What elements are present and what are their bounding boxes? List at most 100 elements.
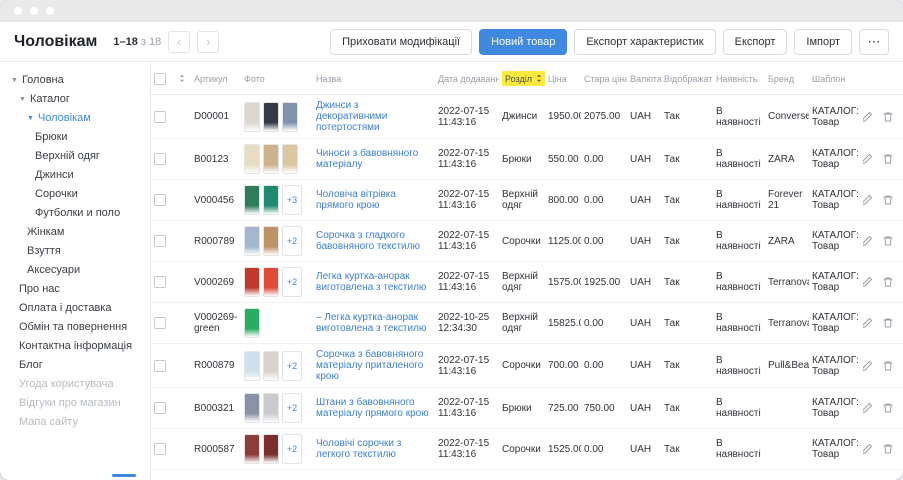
row-checkbox[interactable]: [154, 360, 166, 372]
column-header-section[interactable]: Розділ: [499, 62, 545, 95]
delete-icon[interactable]: [882, 443, 894, 455]
row-checkbox[interactable]: [154, 443, 166, 455]
column-header-old-price[interactable]: Стара ціна: [581, 62, 627, 95]
window-close-button[interactable]: [14, 7, 22, 15]
delete-icon[interactable]: [882, 317, 894, 329]
product-photo[interactable]: [244, 393, 260, 423]
delete-icon[interactable]: [882, 111, 894, 123]
edit-icon[interactable]: [863, 276, 873, 288]
product-photo[interactable]: [263, 267, 279, 297]
export-button[interactable]: Експорт: [723, 29, 788, 55]
row-checkbox[interactable]: [154, 317, 166, 329]
sidebar-item[interactable]: Оплата і доставка: [0, 299, 150, 318]
chevron-down-icon[interactable]: ▼: [11, 77, 18, 84]
product-photo[interactable]: [244, 434, 260, 464]
edit-icon[interactable]: [863, 153, 873, 165]
more-photos-badge[interactable]: +2: [282, 267, 302, 297]
more-photos-badge[interactable]: +2: [282, 393, 302, 423]
edit-icon[interactable]: [863, 443, 873, 455]
column-header-brand[interactable]: Бренд: [765, 62, 809, 95]
select-all-checkbox[interactable]: [154, 73, 166, 85]
window-maximize-button[interactable]: [46, 7, 54, 15]
sidebar-item[interactable]: ▼Головна: [0, 71, 150, 90]
sidebar-item[interactable]: Про нас: [0, 280, 150, 299]
product-photo[interactable]: [244, 226, 260, 256]
edit-icon[interactable]: [863, 235, 873, 247]
sidebar-item[interactable]: ▼Каталог: [0, 90, 150, 109]
sidebar-item[interactable]: Взуття: [0, 242, 150, 261]
more-photos-badge[interactable]: +2: [282, 226, 302, 256]
row-checkbox[interactable]: [154, 111, 166, 123]
product-name-link[interactable]: Чиноси з бавовняного матеріалу: [316, 148, 418, 170]
product-photo[interactable]: [244, 102, 260, 132]
product-name-link[interactable]: Штани з бавовняного матеріалу прямого кр…: [316, 397, 429, 419]
sidebar-item[interactable]: Мапа сайту: [0, 413, 150, 432]
column-header-name[interactable]: Назва: [313, 62, 435, 95]
more-photos-badge[interactable]: +3: [282, 185, 302, 215]
column-header-photo[interactable]: Фото: [241, 62, 313, 95]
chevron-down-icon[interactable]: ▼: [27, 115, 34, 122]
edit-icon[interactable]: [863, 402, 873, 414]
sidebar-item[interactable]: Верхній одяг: [0, 147, 150, 166]
edit-icon[interactable]: [863, 111, 873, 123]
pagination-prev-button[interactable]: ‹: [168, 31, 190, 53]
column-header-currency[interactable]: Валюта: [627, 62, 661, 95]
delete-icon[interactable]: [882, 402, 894, 414]
edit-icon[interactable]: [863, 317, 873, 329]
column-header-display[interactable]: Відображати: [661, 62, 713, 95]
product-photo[interactable]: [244, 308, 260, 338]
new-product-button[interactable]: Новий товар: [479, 29, 567, 55]
row-checkbox[interactable]: [154, 194, 166, 206]
product-name-link[interactable]: Сорочка з бавовняного матеріалу притален…: [316, 349, 423, 382]
more-photos-badge[interactable]: +2: [282, 351, 302, 381]
product-name-link[interactable]: Сорочка з гладкого бавовняного текстилю: [316, 230, 420, 252]
product-photo[interactable]: [263, 144, 279, 174]
product-name-link[interactable]: Джинси з декоративними потертостями: [316, 100, 387, 133]
product-photo[interactable]: [282, 144, 298, 174]
window-minimize-button[interactable]: [30, 7, 38, 15]
edit-icon[interactable]: [863, 194, 873, 206]
edit-icon[interactable]: [863, 360, 873, 372]
more-photos-badge[interactable]: +2: [282, 434, 302, 464]
product-photo[interactable]: [244, 144, 260, 174]
product-photo[interactable]: [263, 185, 279, 215]
delete-icon[interactable]: [882, 194, 894, 206]
hide-modifications-button[interactable]: Приховати модифікації: [330, 29, 472, 55]
product-photo[interactable]: [263, 102, 279, 132]
chevron-down-icon[interactable]: ▼: [19, 96, 26, 103]
delete-icon[interactable]: [882, 360, 894, 372]
product-name-link[interactable]: Легка куртка-анорак виготовлена з тексти…: [316, 271, 426, 293]
sidebar-item[interactable]: Угода користувача: [0, 375, 150, 394]
sidebar-item[interactable]: Контактна інформація: [0, 337, 150, 356]
product-name-link[interactable]: Чоловічі сорочки з легкого текстилю: [316, 438, 401, 460]
product-photo[interactable]: [263, 226, 279, 256]
delete-icon[interactable]: [882, 276, 894, 288]
sidebar-item[interactable]: Футболки и поло: [0, 204, 150, 223]
product-name-link[interactable]: Чоловіча вітрівка прямого крою: [316, 189, 396, 211]
product-photo[interactable]: [263, 393, 279, 423]
product-photo[interactable]: [263, 434, 279, 464]
sku-sort-cell[interactable]: [175, 62, 191, 95]
sidebar-resize-handle[interactable]: [112, 474, 136, 477]
row-checkbox[interactable]: [154, 402, 166, 414]
product-photo[interactable]: [244, 351, 260, 381]
export-attributes-button[interactable]: Експорт характеристик: [574, 29, 715, 55]
pagination-next-button[interactable]: ›: [197, 31, 219, 53]
more-actions-button[interactable]: ⋯: [859, 29, 889, 55]
column-header-price[interactable]: Ціна: [545, 62, 581, 95]
column-header-template[interactable]: Шаблон: [809, 62, 863, 95]
sidebar-item[interactable]: Обмін та повернення: [0, 318, 150, 337]
sidebar-item[interactable]: ▼Чоловікам: [0, 109, 150, 128]
sidebar-item[interactable]: Брюки: [0, 128, 150, 147]
column-header-sku[interactable]: Артикул: [191, 62, 241, 95]
sidebar-item[interactable]: Відгуки про магазин: [0, 394, 150, 413]
product-photo[interactable]: [282, 102, 298, 132]
delete-icon[interactable]: [882, 235, 894, 247]
product-photo[interactable]: [244, 267, 260, 297]
sidebar-item[interactable]: Аксесуари: [0, 261, 150, 280]
product-photo[interactable]: [263, 351, 279, 381]
sidebar-item[interactable]: Джинси: [0, 166, 150, 185]
sidebar-item[interactable]: Сорочки: [0, 185, 150, 204]
product-name-link[interactable]: – Легка куртка-анорак виготовлена з текс…: [316, 312, 426, 334]
row-checkbox[interactable]: [154, 276, 166, 288]
